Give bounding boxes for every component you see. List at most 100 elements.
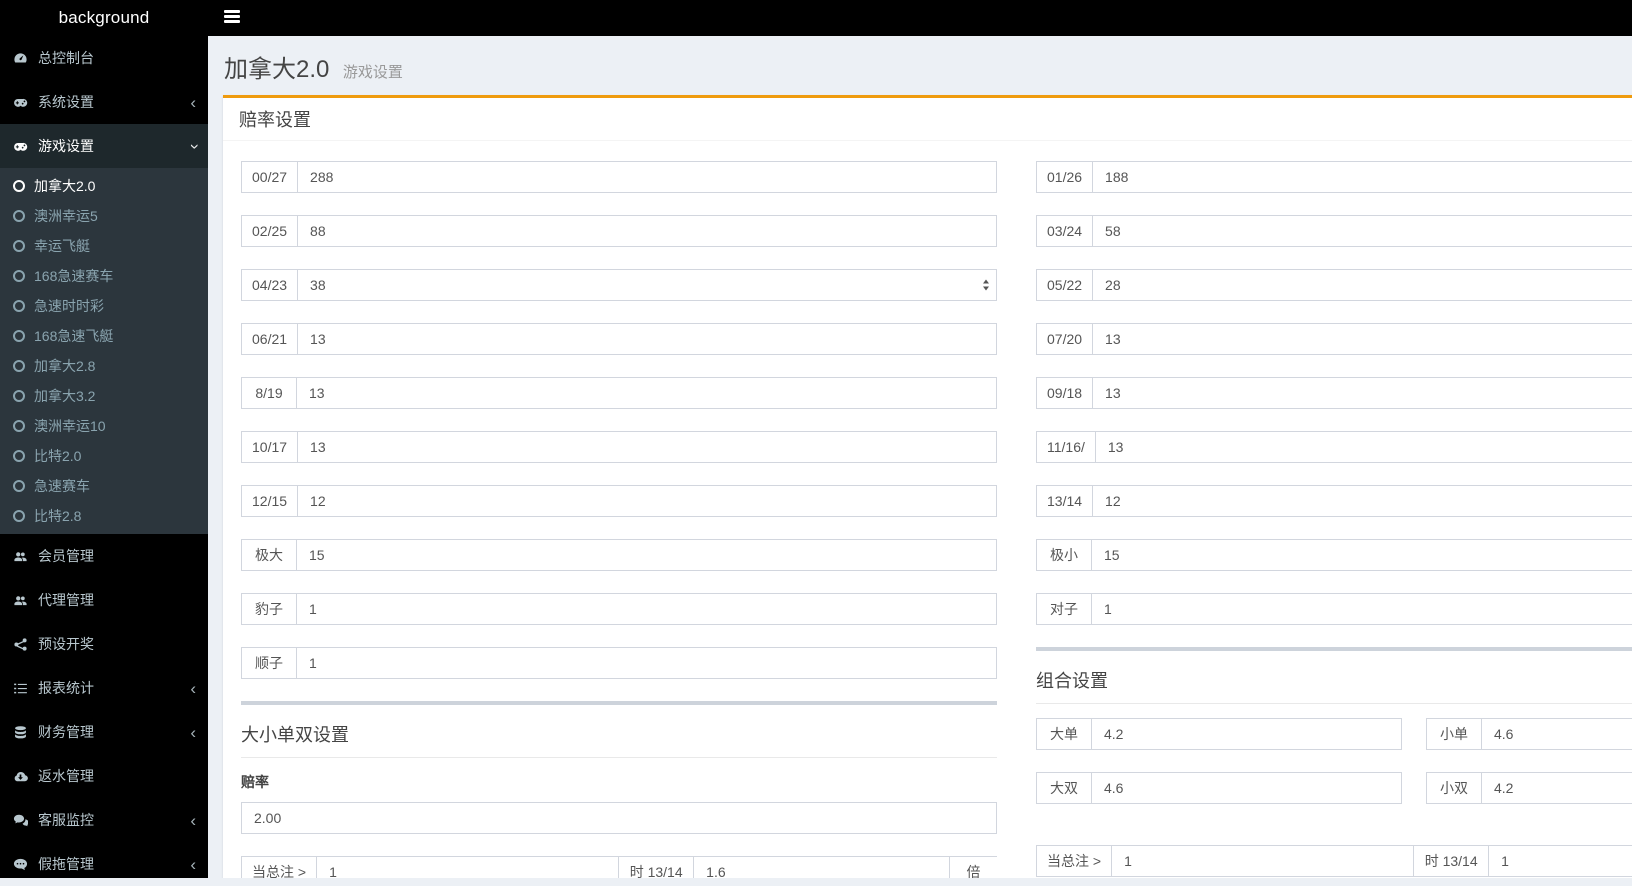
- sidebar-item-label: 财务管理: [38, 724, 94, 740]
- chevron-down-icon: ‹: [183, 143, 203, 149]
- text-input[interactable]: [1092, 161, 1632, 193]
- sidebar-item-label: 预设开奖: [38, 636, 94, 652]
- submenu-item[interactable]: 加拿大3.2: [0, 381, 208, 411]
- sidebar-item[interactable]: 返水管理: [0, 754, 208, 798]
- odds-label: 05/22: [1036, 269, 1093, 301]
- text-input[interactable]: [693, 856, 950, 878]
- main-content: 加拿大2.0 游戏设置 赔率设置 00/27 02/25 04/23 06/21 8/1…: [208, 36, 1632, 878]
- comments-icon: [13, 813, 38, 828]
- sidebar-item[interactable]: 假拖管理 ‹: [0, 842, 208, 886]
- submenu-item[interactable]: 168急速飞艇: [0, 321, 208, 351]
- submenu-item[interactable]: 急速时时彩: [0, 291, 208, 321]
- sidebar-item[interactable]: 会员管理: [0, 534, 208, 578]
- text-input[interactable]: [296, 647, 997, 679]
- odds-label: 极小: [1036, 539, 1091, 571]
- submenu-item[interactable]: 比特2.0: [0, 441, 208, 471]
- submenu-item[interactable]: 幸运飞艇: [0, 231, 208, 261]
- submenu-item[interactable]: 加拿大2.0: [0, 171, 208, 201]
- sidebar-item[interactable]: 客服监控 ‹: [0, 798, 208, 842]
- submenu-item[interactable]: 急速赛车: [0, 471, 208, 501]
- text-input[interactable]: [297, 161, 997, 193]
- sidebar-item-label: 代理管理: [38, 592, 94, 608]
- odds-row: 10/17: [241, 431, 997, 463]
- submenu-item-label: 加拿大3.2: [34, 388, 96, 404]
- combo-label: 小双: [1426, 772, 1481, 804]
- sidebar-item[interactable]: 代理管理: [0, 578, 208, 622]
- users-icon: [13, 549, 38, 564]
- combo-label: 大双: [1036, 772, 1091, 804]
- odds-label: 00/27: [241, 161, 298, 193]
- hamburger-menu-icon[interactable]: [222, 7, 252, 31]
- odds-row: 05/22: [1036, 269, 1632, 301]
- circle-icon: [13, 420, 25, 432]
- sidebar-item[interactable]: 系统设置 ‹: [0, 80, 208, 124]
- sidebar-item-label: 返水管理: [38, 768, 94, 784]
- text-input[interactable]: [297, 269, 997, 301]
- gamepad-icon: [13, 95, 38, 110]
- text-input[interactable]: [297, 323, 997, 355]
- sidebar-item[interactable]: 游戏设置 ‹: [0, 124, 208, 168]
- submenu-item[interactable]: 加拿大2.8: [0, 351, 208, 381]
- page-header: 加拿大2.0 游戏设置: [208, 36, 1632, 84]
- chevron-left-icon: ‹: [190, 92, 196, 112]
- sidebar-item[interactable]: 总控制台: [0, 36, 208, 80]
- section-divider: [241, 701, 997, 705]
- submenu-item[interactable]: 168急速赛车: [0, 261, 208, 291]
- text-input[interactable]: [1091, 772, 1402, 804]
- odds-row: 06/21: [241, 323, 997, 355]
- combo-label: 小单: [1426, 718, 1481, 750]
- text-input[interactable]: [1094, 431, 1632, 463]
- sidebar-item[interactable]: 财务管理 ‹: [0, 710, 208, 754]
- text-input[interactable]: [1091, 718, 1402, 750]
- gamepad-icon: [13, 139, 38, 154]
- text-input[interactable]: [297, 431, 997, 463]
- combo-pair-row: 大单 小单: [1036, 718, 1632, 750]
- combo-input-group: 小双: [1426, 772, 1632, 804]
- combo-pair-rows: 大单 小单大双 小双: [1036, 718, 1632, 804]
- text-input[interactable]: [296, 539, 997, 571]
- chevron-left-icon: ‹: [190, 722, 196, 742]
- text-input[interactable]: [1092, 377, 1632, 409]
- odds-row: 07/20: [1036, 323, 1632, 355]
- submenu-item[interactable]: 澳洲幸运5: [0, 201, 208, 231]
- when-total-bet-label: 当总注 >: [241, 856, 317, 878]
- submenu-item[interactable]: 比特2.8: [0, 501, 208, 531]
- text-input[interactable]: [297, 215, 997, 247]
- text-input[interactable]: [1091, 539, 1632, 571]
- text-input[interactable]: [296, 377, 997, 409]
- rate-input[interactable]: [241, 802, 997, 834]
- text-input[interactable]: [1092, 269, 1632, 301]
- sidebar-item-label: 报表统计: [38, 680, 94, 696]
- odds-label: 07/20: [1036, 323, 1093, 355]
- circle-icon: [13, 270, 25, 282]
- number-spinner[interactable]: [983, 279, 989, 291]
- text-input[interactable]: [1091, 593, 1632, 625]
- text-input[interactable]: [1092, 323, 1632, 355]
- sidebar-item[interactable]: 预设开奖: [0, 622, 208, 666]
- text-input[interactable]: [1092, 215, 1632, 247]
- odds-label: 02/25: [241, 215, 298, 247]
- odds-label: 11/16/: [1036, 431, 1095, 463]
- text-input[interactable]: [1111, 845, 1415, 877]
- text-input[interactable]: [1488, 845, 1632, 877]
- text-input[interactable]: [1481, 772, 1632, 804]
- circle-icon: [13, 210, 25, 222]
- app-logo[interactable]: background: [0, 0, 208, 36]
- circle-icon: [13, 180, 25, 192]
- circle-icon: [13, 390, 25, 402]
- sidebar-item[interactable]: 报表统计 ‹: [0, 666, 208, 710]
- submenu-item[interactable]: 澳洲幸运10: [0, 411, 208, 441]
- text-input[interactable]: [1481, 718, 1632, 750]
- dashboard-icon: [13, 51, 38, 66]
- odds-row: 豹子: [241, 593, 997, 625]
- submenu-item-label: 澳洲幸运10: [34, 418, 106, 434]
- chevron-left-icon: ‹: [190, 678, 196, 698]
- submenu: 加拿大2.0 澳洲幸运5 幸运飞艇 168急速赛车 急速时时彩 168急速飞艇 加拿大2.8…: [0, 168, 208, 534]
- when-total-bet-label: 当总注 >: [1036, 845, 1112, 877]
- text-input[interactable]: [297, 485, 997, 517]
- text-input[interactable]: [296, 593, 997, 625]
- text-input[interactable]: [316, 856, 620, 878]
- text-input[interactable]: [1092, 485, 1632, 517]
- odds-label: 03/24: [1036, 215, 1093, 247]
- odds-row: 04/23: [241, 269, 997, 301]
